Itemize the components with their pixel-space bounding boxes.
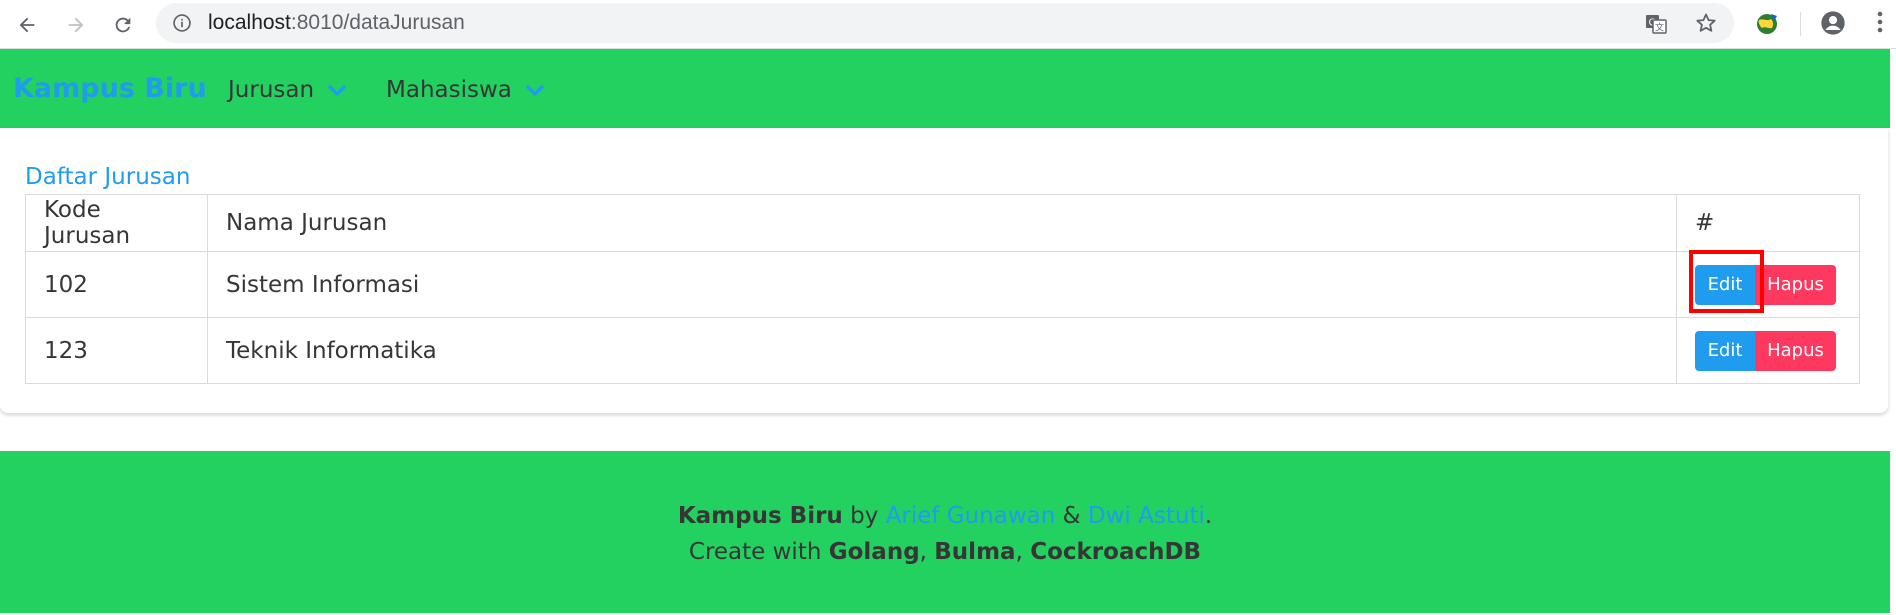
url-path: :8010/dataJurusan: [290, 11, 465, 34]
footer-app-name: Kampus Biru: [677, 503, 843, 529]
hapus-button[interactable]: Hapus: [1755, 330, 1836, 371]
forward-button[interactable]: [60, 9, 92, 41]
arrow-right-icon: [68, 17, 84, 33]
brand-logo[interactable]: Kampus Biru: [13, 73, 207, 105]
footer-period: .: [1204, 503, 1213, 529]
table-row: 102 Sistem Informasi Edit Hapus: [25, 251, 1860, 318]
header-nama-jurusan: Nama Jurusan: [207, 194, 1677, 252]
content-card: Daftar Jurusan Kode Jurusan Nama Jurusan…: [0, 128, 1888, 413]
translate-icon[interactable]: G文: [1644, 12, 1668, 36]
page-title[interactable]: Daftar Jurusan: [25, 164, 190, 190]
header-kode-jurusan: Kode Jurusan: [25, 194, 208, 252]
arrow-left-icon: [19, 17, 35, 33]
url-host: localhost: [208, 11, 291, 34]
toolbar-separator: [1800, 12, 1801, 36]
svg-text:文: 文: [1655, 22, 1664, 34]
footer-tech: Create with Golang, Bulma, CockroachDB: [0, 537, 1890, 567]
nav-item-label: Jurusan: [228, 77, 315, 103]
cell-nama: Teknik Informatika: [207, 317, 1677, 384]
footer-amp: &: [1062, 503, 1081, 529]
footer-by: by: [850, 503, 879, 529]
top-navbar: Kampus Biru Jurusan Mahasiswa: [0, 49, 1890, 128]
back-button[interactable]: [11, 9, 43, 41]
footer-comma: ,: [1015, 539, 1023, 565]
cell-nama: Sistem Informasi: [207, 251, 1677, 318]
cell-actions: Edit Hapus: [1676, 317, 1860, 384]
hapus-button[interactable]: Hapus: [1755, 264, 1836, 305]
footer-credits: Kampus Biru by Arief Gunawan & Dwi Astut…: [0, 501, 1890, 531]
footer: Kampus Biru by Arief Gunawan & Dwi Astut…: [0, 451, 1890, 613]
tech-golang: Golang: [828, 539, 920, 565]
extension-globe-icon[interactable]: [1753, 10, 1781, 38]
table-header-row: Kode Jurusan Nama Jurusan #: [25, 194, 1860, 252]
edit-button[interactable]: Edit: [1695, 264, 1755, 305]
account-icon[interactable]: [1819, 9, 1847, 37]
chevron-down-icon: [526, 77, 544, 103]
tech-cockroachdb: CockroachDB: [1030, 539, 1202, 565]
table-row: 123 Teknik Informatika Edit Hapus: [25, 317, 1860, 384]
chevron-down-icon: [328, 77, 346, 103]
action-buttons: Edit Hapus: [1695, 264, 1841, 305]
nav-item-jurusan[interactable]: Jurusan: [228, 77, 346, 103]
nav-item-mahasiswa[interactable]: Mahasiswa: [386, 77, 544, 103]
footer-create-with: Create with: [688, 539, 822, 565]
footer-comma: ,: [919, 539, 927, 565]
action-buttons: Edit Hapus: [1695, 330, 1841, 371]
cell-actions: Edit Hapus: [1676, 251, 1860, 318]
header-actions: #: [1676, 194, 1860, 252]
reload-icon: [115, 17, 131, 33]
tech-bulma: Bulma: [934, 539, 1016, 565]
edit-button[interactable]: Edit: [1695, 330, 1755, 371]
jurusan-table: Kode Jurusan Nama Jurusan # 102 Sistem I…: [25, 194, 1860, 384]
cell-kode: 102: [25, 251, 208, 318]
address-bar[interactable]: localhost:8010/dataJurusan G文: [156, 3, 1734, 43]
info-icon[interactable]: [172, 13, 192, 33]
author-link-dwi[interactable]: Dwi Astuti: [1088, 503, 1205, 529]
browser-toolbar: localhost:8010/dataJurusan G文: [0, 0, 1896, 49]
nav-item-label: Mahasiswa: [386, 77, 512, 103]
more-vert-icon[interactable]: [1876, 10, 1884, 34]
bookmark-star-icon[interactable]: [1694, 11, 1718, 35]
cell-kode: 123: [25, 317, 208, 384]
reload-button[interactable]: [107, 9, 139, 41]
author-link-arief[interactable]: Arief Gunawan: [886, 503, 1056, 529]
url-text: localhost:8010/dataJurusan: [208, 12, 465, 34]
